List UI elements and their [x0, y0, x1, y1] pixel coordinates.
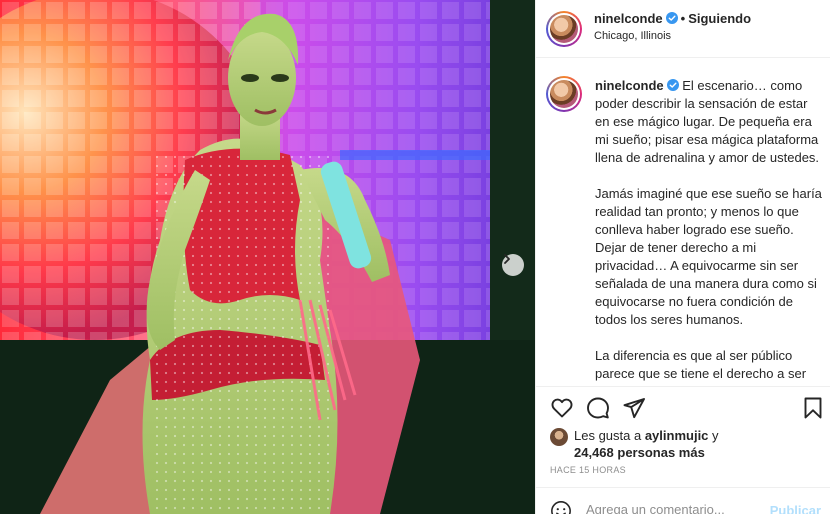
heart-icon: [551, 398, 573, 418]
caption-username[interactable]: ninelconde: [595, 78, 664, 93]
likes-summary: Les gusta a aylinmujic y 24,468 personas…: [550, 427, 719, 461]
post-header: ninelconde • Siguiendo Chicago, Illinois: [536, 0, 830, 58]
post-caption: ninelconde El escenario… como poder desc…: [595, 77, 825, 386]
publish-button[interactable]: Publicar: [770, 503, 821, 514]
post-side-panel: ninelconde • Siguiendo Chicago, Illinois n…: [535, 0, 830, 514]
performance-photo: [0, 0, 535, 514]
author-avatar[interactable]: [546, 11, 582, 47]
next-photo-button[interactable]: [502, 254, 524, 276]
post-media[interactable]: [0, 0, 535, 514]
likes-prefix: Les gusta a: [574, 428, 645, 443]
header-user-line: ninelconde • Siguiendo: [594, 11, 751, 26]
caption-paragraph-2: Jamás imaginé que ese sueño se haría rea…: [595, 186, 822, 327]
verified-badge-icon: [665, 12, 678, 24]
liker-username[interactable]: aylinmujic: [645, 428, 709, 443]
author-username[interactable]: ninelconde: [594, 11, 663, 26]
caption-paragraph-3: La diferencia es que al ser público pare…: [595, 348, 813, 386]
share-button[interactable]: [622, 396, 646, 420]
location-link[interactable]: Chicago, Illinois: [594, 30, 671, 42]
liker-avatar[interactable]: [550, 428, 568, 446]
following-button[interactable]: Siguiendo: [688, 11, 751, 26]
separator-dot: •: [680, 11, 686, 26]
bookmark-icon: [804, 397, 822, 419]
comment-input[interactable]: [586, 502, 756, 514]
comment-button[interactable]: [586, 396, 610, 420]
save-button[interactable]: [801, 396, 825, 420]
likes-count[interactable]: 24,468 personas más: [574, 445, 705, 460]
comment-bar: Publicar: [536, 487, 830, 514]
comment-bubble-icon: [587, 397, 609, 419]
caption-area[interactable]: ninelconde El escenario… como poder desc…: [536, 59, 830, 386]
post-timestamp[interactable]: HACE 15 HORAS: [550, 465, 626, 475]
smiley-icon[interactable]: [550, 500, 572, 514]
verified-badge-icon: [666, 79, 679, 91]
paper-plane-icon: [623, 398, 645, 419]
chevron-right-icon: [504, 254, 510, 264]
caption-author-avatar[interactable]: [546, 76, 582, 112]
likes-middle: y: [708, 428, 719, 443]
like-button[interactable]: [550, 396, 574, 420]
caption-paragraph-1: ninelconde El escenario… como poder desc…: [595, 77, 825, 167]
post-actions: Les gusta a aylinmujic y 24,468 personas…: [536, 386, 830, 514]
